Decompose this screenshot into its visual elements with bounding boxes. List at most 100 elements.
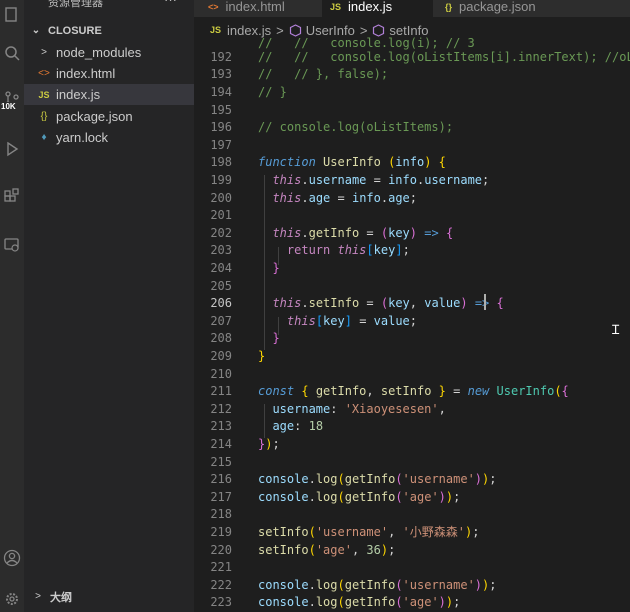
code-token: key xyxy=(388,225,410,240)
more-actions-icon[interactable]: ··· xyxy=(164,0,177,7)
account-icon[interactable] xyxy=(0,545,24,571)
tree-item-yarn-lock[interactable]: ♦ yarn.lock xyxy=(24,127,206,148)
code-token: this xyxy=(272,225,302,240)
code-token: 'Xiaoyesesen' xyxy=(344,401,439,416)
code-punct: ( xyxy=(380,296,389,311)
code-punct: ) xyxy=(460,296,468,311)
code-punct: ( xyxy=(308,542,316,557)
line-number: 203 xyxy=(210,243,232,258)
code-token: console xyxy=(258,595,309,610)
line-number: 218 xyxy=(210,507,232,522)
code-punct: { xyxy=(561,384,569,399)
code-punct: ) xyxy=(409,225,418,240)
code-token: 'username' xyxy=(402,472,475,487)
code-text: console.log(getInfo('username')); xyxy=(258,472,497,486)
code-punct: . xyxy=(301,225,309,240)
extensions-icon[interactable] xyxy=(0,184,24,210)
code-punct: { xyxy=(301,384,309,399)
code-punct: ; xyxy=(453,595,461,610)
line-number: 204 xyxy=(210,260,232,275)
code-token: getInfo xyxy=(315,384,367,399)
code-punct: ] xyxy=(344,313,352,328)
code-line: 217 console.log(getInfo('age')); xyxy=(194,488,630,506)
line-number: 198 xyxy=(210,155,232,170)
code-punct xyxy=(381,155,388,169)
line-number: 210 xyxy=(210,366,232,381)
code-token: getInfo xyxy=(344,595,396,610)
line-number: 217 xyxy=(210,489,232,504)
tab-package-json[interactable]: {} package.json xyxy=(433,0,630,17)
outline-section[interactable]: > 大纲 xyxy=(24,586,194,607)
code-token: info xyxy=(395,155,425,170)
tree-item-label: yarn.lock xyxy=(56,130,109,145)
code-text: this.username = info.username; xyxy=(258,173,489,187)
tab-label: index.html xyxy=(225,0,285,14)
code-token: age xyxy=(388,190,410,205)
tab-index-html[interactable]: <> index.html xyxy=(194,0,337,17)
code-punct: { xyxy=(445,225,454,240)
tree-item-index-html[interactable]: <> index.html xyxy=(24,63,206,84)
code-punct xyxy=(258,226,272,240)
mouse-ibeam-icon: Ɪ xyxy=(612,323,620,338)
code-text: this.getInfo = (key) => { xyxy=(258,226,453,240)
tree-item-index-js[interactable]: JS index.js xyxy=(24,84,206,105)
code-punct: ) xyxy=(438,489,446,504)
line-number: 193 xyxy=(210,67,232,82)
code-punct: ; xyxy=(402,243,410,258)
code-punct: ) xyxy=(474,472,483,487)
code-line: 212 username: 'Xiaoyesesen', xyxy=(194,400,630,418)
line-number: 213 xyxy=(210,419,232,434)
code-punct xyxy=(258,314,287,328)
code-punct: ; xyxy=(272,436,280,451)
line-number: 195 xyxy=(210,102,232,117)
code-punct: [ xyxy=(315,313,324,328)
code-token: // console.log(oListItems); xyxy=(258,120,454,135)
tab-index-js[interactable]: JS index.js xyxy=(322,0,441,17)
line-number: 215 xyxy=(210,454,232,469)
folder-closure[interactable]: ⌄ CLOSURE xyxy=(24,20,194,41)
line-number: 192 xyxy=(210,49,232,64)
code-line: 221 xyxy=(194,558,630,576)
code-punct: ( xyxy=(308,525,316,540)
code-token: log xyxy=(315,472,338,487)
code-token: key xyxy=(373,243,396,258)
source-control-badge: 10K xyxy=(0,102,17,111)
code-token: log xyxy=(315,577,338,592)
remote-explorer-icon[interactable] xyxy=(0,232,24,258)
tree-item-node-modules[interactable]: > node_modules xyxy=(24,42,206,63)
code-token: const xyxy=(258,384,295,399)
code-line: 223 console.log(getInfo('age')); xyxy=(194,594,630,612)
code-punct: ; xyxy=(489,577,497,592)
code-token: age xyxy=(308,190,331,205)
code-token: 'age' xyxy=(315,542,352,557)
code-token: setInfo xyxy=(258,525,309,540)
code-punct: : xyxy=(294,419,309,434)
settings-gear-icon[interactable] xyxy=(0,586,24,612)
code-text: username: 'Xiaoyesesen', xyxy=(258,401,445,416)
files-icon[interactable] xyxy=(0,2,24,28)
code-token: this xyxy=(272,172,302,187)
line-number: 209 xyxy=(210,348,232,363)
code-token: setInfo xyxy=(258,542,309,557)
line-number: 214 xyxy=(210,436,232,451)
code-line: 220 setInfo('age', 36); xyxy=(194,541,630,559)
code-punct: , xyxy=(409,296,425,311)
code-punct: ; xyxy=(482,172,490,187)
code-punct xyxy=(258,331,272,345)
code-token: username xyxy=(424,172,483,187)
tree-item-package-json[interactable]: {} package.json xyxy=(24,106,206,127)
editor-area: <> index.html JS index.js {} package.jso… xyxy=(194,0,630,612)
line-number: 212 xyxy=(210,401,232,416)
code-text: } xyxy=(258,349,265,363)
code-token: username xyxy=(308,172,367,187)
code-token: age xyxy=(272,419,295,434)
tree-item-label: node_modules xyxy=(56,45,142,60)
code-punct: = xyxy=(351,313,374,328)
json-file-icon: {} xyxy=(40,111,48,122)
code-line: 198 function UserInfo (info) { xyxy=(194,154,630,172)
code-token: info xyxy=(388,172,417,187)
run-debug-icon[interactable] xyxy=(0,136,24,162)
search-icon[interactable] xyxy=(0,40,24,66)
line-number: 208 xyxy=(210,331,232,346)
code-line: 215 xyxy=(194,453,630,471)
